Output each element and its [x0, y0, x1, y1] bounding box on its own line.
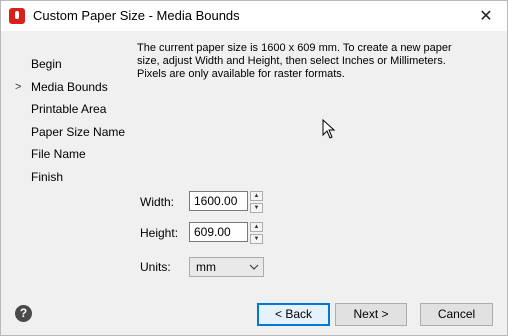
window-title: Custom Paper Size - Media Bounds [33, 8, 240, 23]
width-input[interactable]: 1600.00 [189, 191, 248, 211]
units-value: mm [196, 260, 216, 274]
mouse-cursor-icon [322, 119, 336, 139]
width-decrement-button[interactable]: ▼ [250, 203, 263, 213]
step-file-name: File Name [1, 143, 131, 166]
step-label: Begin [31, 57, 62, 71]
step-label: Media Bounds [31, 79, 108, 94]
back-button[interactable]: < Back [257, 303, 330, 326]
width-label: Width: [140, 195, 175, 209]
help-icon[interactable]: ? [15, 305, 32, 322]
step-printable-area: Printable Area [1, 98, 131, 121]
active-step-marker-icon: > [15, 80, 22, 93]
chevron-down-icon [249, 264, 259, 270]
step-begin: Begin [1, 53, 131, 76]
height-input[interactable]: 609.00 [189, 222, 248, 242]
height-increment-button[interactable]: ▲ [250, 222, 263, 232]
step-label: Finish [31, 169, 64, 184]
height-spinner[interactable]: ▲ ▼ [250, 222, 263, 244]
step-media-bounds: > Media Bounds [1, 76, 131, 99]
step-label: Paper Size Name [31, 124, 126, 139]
close-button[interactable]: ✕ [465, 1, 507, 31]
cancel-button[interactable]: Cancel [420, 303, 493, 326]
height-decrement-button[interactable]: ▼ [250, 234, 263, 244]
step-paper-size-name: Paper Size Name [1, 121, 131, 144]
width-spinner[interactable]: ▲ ▼ [250, 191, 263, 213]
title-bar: Custom Paper Size - Media Bounds ✕ [1, 1, 507, 31]
app-icon [9, 8, 25, 24]
step-label: Printable Area [31, 102, 107, 117]
units-select[interactable]: mm [189, 257, 264, 277]
width-increment-button[interactable]: ▲ [250, 191, 263, 201]
step-finish: Finish [1, 166, 131, 189]
wizard-steps: Begin > Media Bounds Printable Area Pape… [1, 53, 131, 189]
dialog-window: Custom Paper Size - Media Bounds ✕ Begin… [0, 0, 508, 336]
next-button[interactable]: Next > [335, 303, 407, 326]
height-label: Height: [140, 226, 179, 240]
units-label: Units: [140, 260, 171, 274]
step-label: File Name [31, 147, 86, 162]
description-text: The current paper size is 1600 x 609 mm.… [137, 42, 452, 80]
